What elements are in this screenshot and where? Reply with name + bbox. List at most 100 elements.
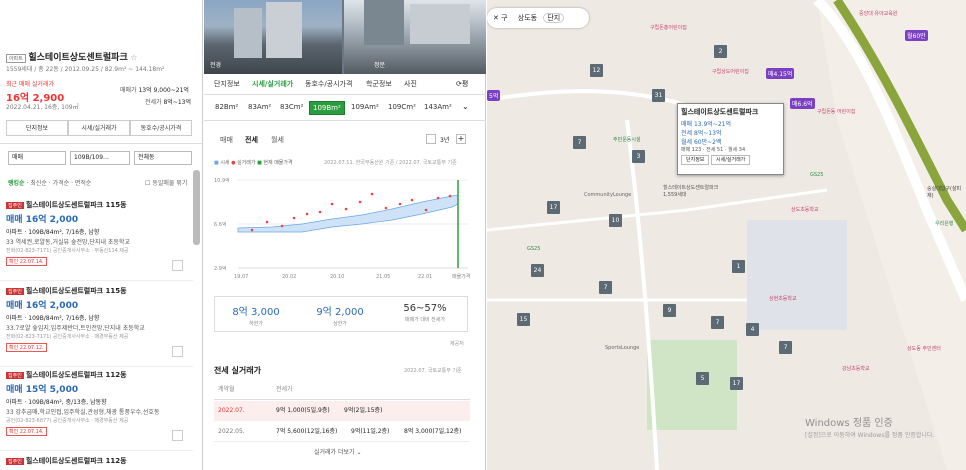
listing-marker[interactable]: 17 xyxy=(547,201,560,214)
tab-school[interactable]: 학군정보 xyxy=(366,79,392,89)
list-item[interactable]: 집주인 힐스테이트상도센트럴파크 115동 매매 16억 2,000 아파트 · … xyxy=(6,286,190,352)
favorite-icon[interactable] xyxy=(172,260,183,271)
poi-label: 강남초등학교 xyxy=(842,366,870,372)
sort-ranking[interactable]: 랭킹순 xyxy=(8,180,25,187)
listing-type: 아파트 · 109B/84m², 중/13층, 남동향 xyxy=(6,399,107,406)
poi-label: 중앙대 유아교육원 xyxy=(859,11,898,17)
photo-label: 전경 xyxy=(210,62,222,69)
listing-marker[interactable]: 7 xyxy=(779,341,792,354)
popup-title: 힐스테이트상도센트럴파크 xyxy=(681,108,759,116)
chart-source: 2022.07.11. 한국부동산원 기준 / 2022.07. 국토교통부 기… xyxy=(324,160,457,166)
photo-gate[interactable]: 정문 xyxy=(344,0,486,74)
building-select[interactable]: 전체동 xyxy=(134,151,192,165)
x-tick: 22.01 xyxy=(418,274,432,280)
poi-label: GS25 xyxy=(527,246,541,252)
poi-label: 힐스테이트상도센트럴파크 1,559세대 xyxy=(663,185,719,198)
listing-marker[interactable]: 5 xyxy=(696,372,709,385)
favorite-icon[interactable] xyxy=(172,346,183,357)
area-109a[interactable]: 109Am² xyxy=(348,101,382,113)
trade-point xyxy=(436,196,440,200)
listing-marker[interactable]: 9 xyxy=(663,304,676,317)
more-trades-link[interactable]: 실거래가 더보기 ⌄ xyxy=(314,447,362,456)
sort-price[interactable]: 가격순 xyxy=(53,180,70,187)
area-83c[interactable]: 83Cm² xyxy=(277,101,306,113)
listing-marker[interactable]: 15 xyxy=(517,313,530,326)
popup-sale: 매매 13.9억~21억 xyxy=(681,121,732,128)
x-tick: 21.05 xyxy=(376,274,390,280)
trade-point xyxy=(265,220,269,224)
listing-marker[interactable]: 4 xyxy=(746,323,759,336)
checkbox-icon[interactable]: ☐ xyxy=(145,180,150,187)
price-button[interactable]: 시세/실거래가 xyxy=(68,120,130,136)
price-marker[interactable]: 월60만 xyxy=(905,30,928,41)
listing-marker[interactable]: 7 xyxy=(599,281,612,294)
area-82b[interactable]: 82Bm² xyxy=(212,101,241,113)
listing-marker[interactable]: 31 xyxy=(652,89,665,102)
star-icon[interactable]: ☆ xyxy=(130,53,137,62)
unit-price-button[interactable]: 동호수/공시가격 xyxy=(130,120,192,136)
map[interactable]: ✕ 구 상도동 단지 힐스테이트상도센트럴파크 매매 13.9억~21억 전세 … xyxy=(487,0,966,470)
listing-marker[interactable]: 2 xyxy=(714,45,727,58)
list-item[interactable]: 집주인 힐스테이트상도센트럴파크 115동 매매 16억 2,000 아파트 · … xyxy=(6,200,190,266)
stats-source: 제공처 xyxy=(450,341,464,347)
detail-panel: 단지정보 시세/실거래가 동호수/공시가격 학군정보 사진 ⟳평 82Bm² 8… xyxy=(204,74,486,470)
area-select[interactable]: 109B/109... xyxy=(70,151,130,165)
area-143a[interactable]: 143Am² xyxy=(421,101,455,113)
listing-marker[interactable]: 12 xyxy=(590,64,603,77)
scrollbar[interactable] xyxy=(193,170,200,245)
listing-marker[interactable]: 24 xyxy=(531,264,544,277)
deal-tab-monthly[interactable]: 월세 xyxy=(271,135,284,145)
deal-type-select[interactable]: 매매 xyxy=(8,151,66,165)
tab-unit-price[interactable]: 동호수/공시가격 xyxy=(305,79,352,89)
stat-low: 8억 3,000 하한가 xyxy=(232,307,280,327)
listing-marker[interactable]: 10 xyxy=(609,214,622,227)
area-83a[interactable]: 83Am² xyxy=(245,101,274,113)
listing-price: 매매 16억 2,000 xyxy=(6,301,79,311)
trade-point xyxy=(344,207,348,211)
listing-marker[interactable]: 1 xyxy=(732,260,745,273)
area-109b[interactable]: 109Bm² xyxy=(309,101,345,115)
minus-icon[interactable] xyxy=(426,134,436,144)
price-marker[interactable]: 매4.15억 xyxy=(766,68,795,79)
area-109c[interactable]: 109Cm² xyxy=(385,101,419,113)
road xyxy=(625,119,659,470)
photo-exterior[interactable]: 전경 xyxy=(204,0,342,74)
complex-popup[interactable]: 힐스테이트상도센트럴파크 매매 13.9억~21억 전세 8억~13억 월세 6… xyxy=(677,103,784,175)
close-icon[interactable]: ✕ xyxy=(493,14,499,22)
table-row: 2022.07. 9억 1,000(5일,9층) 9억(2일,15층) xyxy=(214,401,470,421)
popup-price-button[interactable]: 시세/실거래가 xyxy=(711,155,751,165)
tab-photo[interactable]: 사진 xyxy=(404,79,417,89)
list-item[interactable]: 집주인 힐스테이트상도센트럴파크 112동 매매 15억 5,000 아파트 · … xyxy=(6,370,190,436)
popup-info-button[interactable]: 단지정보 xyxy=(681,155,710,165)
price-marker[interactable]: 매6.6억 xyxy=(790,98,815,109)
search-bar[interactable]: ✕ 구 상도동 단지 xyxy=(487,8,589,28)
listing-desc: 33 강추급매,학교인접,입주학실,관성형,채광 통풍우수,선호동 xyxy=(6,409,160,416)
listing-marker[interactable]: 17 xyxy=(730,377,743,390)
listing-marker[interactable]: 7 xyxy=(573,136,586,149)
eval-button[interactable]: ⟳평 xyxy=(456,79,468,89)
popup-counts: 매매 123 · 전세 51 · 월세 34 xyxy=(681,147,746,153)
trade-title: 전세 실거래가 xyxy=(214,366,261,375)
stat-ratio: 56~57% 매매가 대비 전세가 xyxy=(403,303,447,323)
listing-marker[interactable]: 3 xyxy=(632,150,645,163)
deal-tab-jeonse[interactable]: 전세 xyxy=(245,135,258,145)
favorite-icon[interactable] xyxy=(172,430,183,441)
apt-meta: 1559세대 / 총 22동 / 2012.09.25 / 82.9m² ~ 1… xyxy=(6,66,165,73)
deal-tab-sale[interactable]: 매매 xyxy=(220,135,233,145)
listing-agent: 전화(02-823-7171) 공인중개사사무소 · 매경부동산 제공 xyxy=(6,334,129,340)
building-shape xyxy=(410,4,470,44)
sort-latest[interactable]: 최신순 xyxy=(30,180,47,187)
photo-strip[interactable]: 전경 정문 xyxy=(204,0,486,74)
list-item[interactable]: 집주인 힐스테이트상도센트럴파크 112동 xyxy=(6,456,190,466)
listing-marker[interactable]: 7 xyxy=(711,316,724,329)
price-marker[interactable]: 5억 xyxy=(487,90,501,101)
tab-price[interactable]: 시세/실거래가 xyxy=(252,79,293,89)
chevron-down-icon[interactable]: ⌄ xyxy=(462,102,469,111)
owner-badge: 집주인 xyxy=(6,372,24,379)
plus-icon[interactable]: + xyxy=(456,134,466,144)
sort-area[interactable]: 면적순 xyxy=(75,180,92,187)
tab-complex-info[interactable]: 단지정보 xyxy=(214,79,240,89)
y-tick: 2.9억 xyxy=(214,265,227,272)
listing-price: 매매 16억 2,000 xyxy=(6,215,79,225)
complex-info-button[interactable]: 단지정보 xyxy=(6,120,68,136)
